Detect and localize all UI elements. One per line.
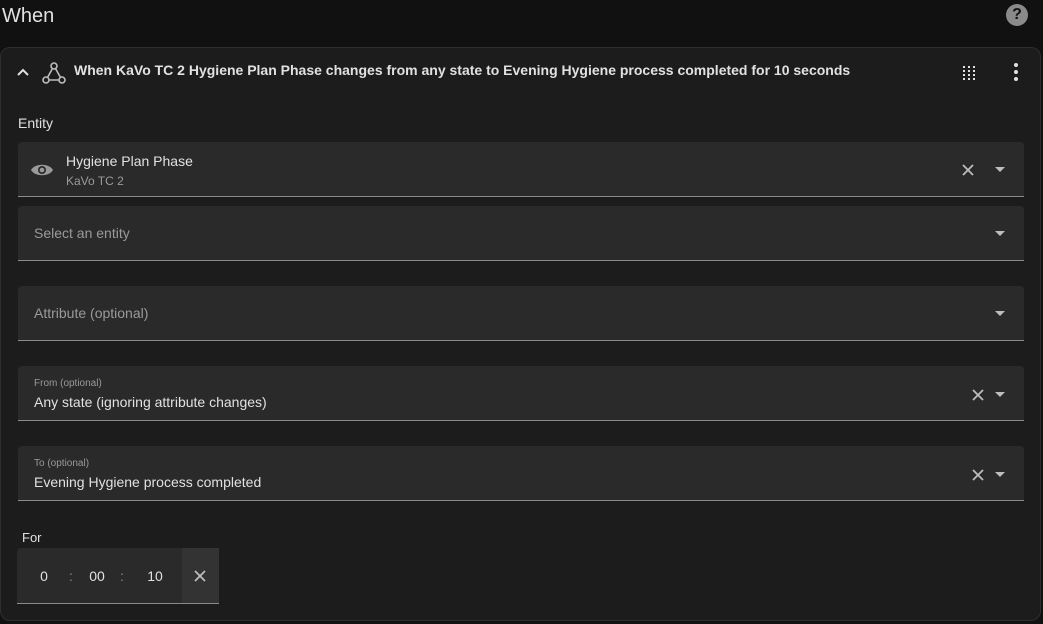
- to-state-select[interactable]: To (optional) Evening Hygiene process co…: [18, 446, 1024, 501]
- chevron-up-icon[interactable]: [15, 64, 31, 80]
- state-trigger-icon: [42, 62, 66, 84]
- caret-down-icon[interactable]: [995, 167, 1005, 173]
- close-icon[interactable]: [193, 569, 207, 583]
- entity-picker-selected[interactable]: Hygiene Plan Phase KaVo TC 2: [18, 142, 1024, 197]
- entity-device: KaVo TC 2: [66, 174, 124, 188]
- more-vertical-icon[interactable]: [1006, 61, 1026, 83]
- help-icon[interactable]: ?: [1006, 4, 1028, 26]
- from-state-select[interactable]: From (optional) Any state (ignoring attr…: [18, 366, 1024, 421]
- trigger-card: When KaVo TC 2 Hygiene Plan Phase change…: [0, 47, 1041, 621]
- entity-placeholder: Select an entity: [34, 225, 130, 241]
- close-icon[interactable]: [971, 388, 985, 402]
- duration-input: 0 : 00 : 10: [17, 548, 219, 604]
- minutes-input[interactable]: 00: [82, 568, 112, 584]
- to-label: To (optional): [34, 458, 90, 469]
- hours-input[interactable]: 0: [29, 568, 59, 584]
- duration-clear-button[interactable]: [182, 548, 219, 603]
- to-value: Evening Hygiene process completed: [34, 474, 262, 490]
- close-icon[interactable]: [971, 468, 985, 482]
- page-title: When: [2, 5, 55, 27]
- entity-name: Hygiene Plan Phase: [66, 153, 193, 169]
- attribute-select[interactable]: Attribute (optional): [18, 286, 1024, 341]
- entity-label: Entity: [18, 115, 54, 131]
- trigger-summary: When KaVo TC 2 Hygiene Plan Phase change…: [74, 62, 851, 78]
- seconds-input[interactable]: 10: [140, 568, 170, 584]
- attribute-placeholder: Attribute (optional): [34, 305, 149, 321]
- caret-down-icon[interactable]: [995, 231, 1005, 237]
- close-icon[interactable]: [961, 163, 975, 177]
- time-separator: :: [120, 568, 124, 584]
- from-value: Any state (ignoring attribute changes): [34, 394, 267, 410]
- for-label: For: [22, 530, 42, 545]
- caret-down-icon[interactable]: [995, 311, 1005, 317]
- caret-down-icon[interactable]: [995, 472, 1005, 478]
- caret-down-icon[interactable]: [995, 392, 1005, 398]
- from-label: From (optional): [34, 378, 102, 389]
- entity-picker-add[interactable]: Select an entity: [18, 206, 1024, 261]
- eye-icon: [31, 164, 53, 176]
- drag-handle-icon[interactable]: [959, 62, 979, 82]
- trigger-header[interactable]: When KaVo TC 2 Hygiene Plan Phase change…: [1, 48, 1040, 96]
- time-separator: :: [69, 568, 73, 584]
